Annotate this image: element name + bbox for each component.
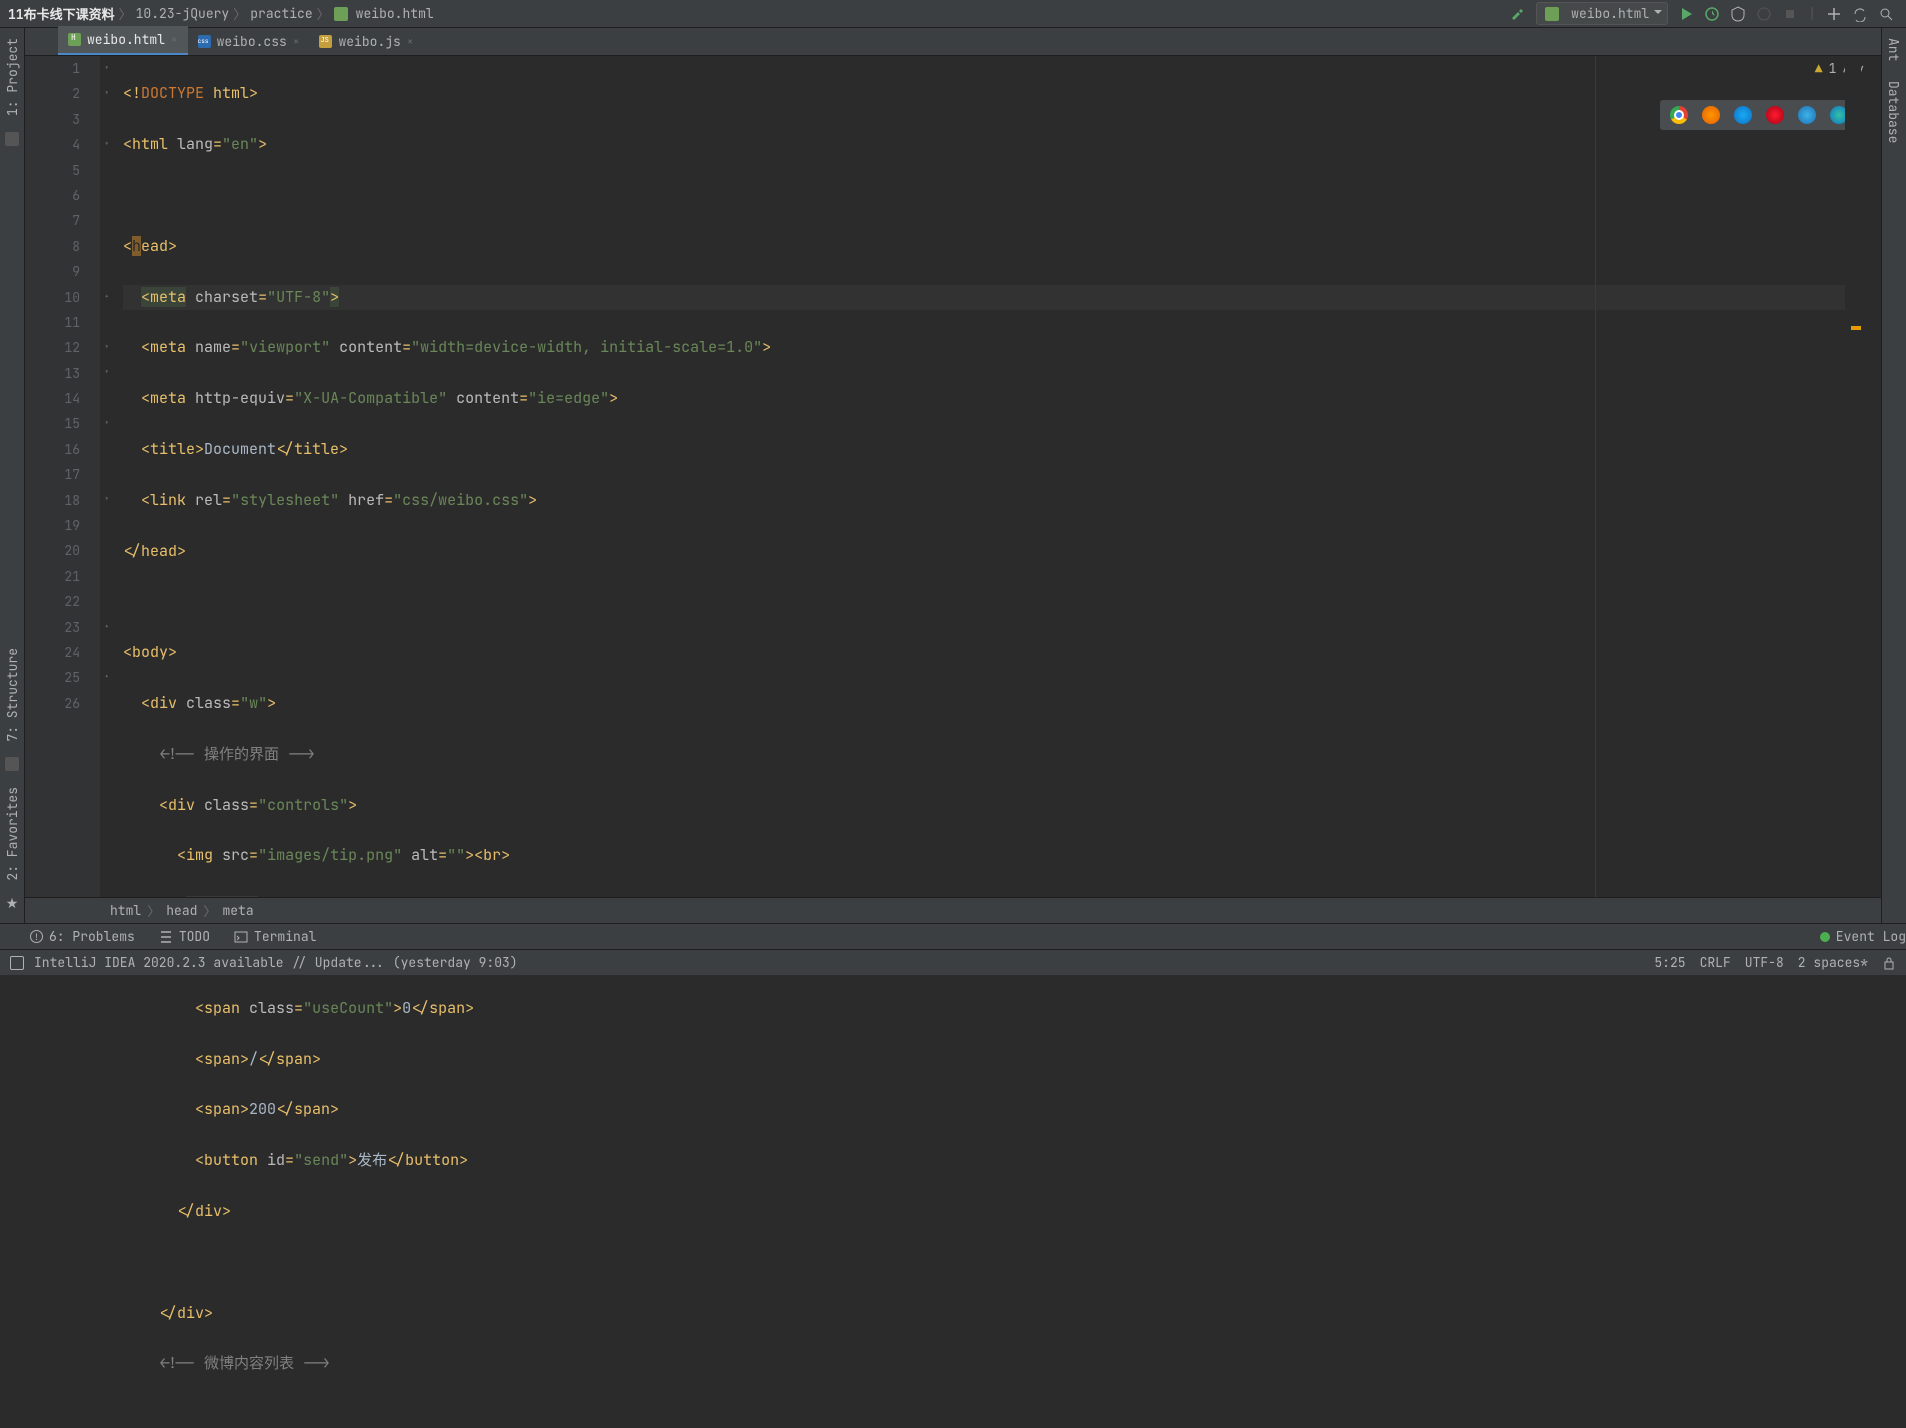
chevron-down-icon [1654,10,1662,14]
html-file-icon [334,7,348,21]
line-gutter: 1234567891011121314151617181920212223242… [25,56,100,897]
chevron-right-icon: 〉 [317,4,330,23]
run-icon[interactable] [1678,6,1694,22]
coverage-icon[interactable] [1730,6,1746,22]
star-icon: ★ [6,895,19,913]
tab-label: weibo.js [338,33,400,50]
breadcrumb-item[interactable]: 10.23-jQuery [136,5,230,22]
browser-preview-bar [1660,100,1858,130]
html-file-icon [68,33,81,46]
event-dot-icon [1820,932,1830,942]
crumb-item[interactable]: head [166,902,197,919]
profiler-icon[interactable] [1756,6,1772,22]
chrome-icon[interactable] [1670,106,1688,124]
tab-label: Event Log [1836,928,1906,945]
status-bar: IntelliJ IDEA 2020.2.3 available // Upda… [0,949,1906,975]
breadcrumb: 11布卡线下课资料 〉 10.23-jQuery 〉 practice 〉 we… [0,4,434,23]
terminal-icon [234,930,248,944]
editor-breadcrumb: html 〉 head 〉 meta [25,897,1881,923]
run-config-select[interactable]: weibo.html [1536,2,1668,25]
opera-icon[interactable] [1766,106,1784,124]
tab-weibo-html[interactable]: weibo.html × [58,26,188,55]
tab-event-log[interactable]: Event Log [1820,928,1906,945]
rail-ant[interactable]: Ant [1882,28,1905,71]
file-encoding[interactable]: UTF-8 [1745,954,1784,971]
chevron-right-icon: 〉 [203,901,216,920]
crumb-item[interactable]: meta [222,902,253,919]
rail-project[interactable]: 1: Project [1,28,24,126]
left-tool-rail: 1: Project 7: Structure 2: Favorites ★ [0,28,25,923]
status-message[interactable]: IntelliJ IDEA 2020.2.3 available // Upda… [34,954,518,971]
tab-weibo-css[interactable]: weibo.css × [188,28,310,55]
tab-weibo-js[interactable]: weibo.js × [309,28,423,55]
indent-status[interactable]: 2 spaces* [1798,954,1868,971]
tab-problems[interactable]: ! 6: Problems [30,928,135,945]
right-margin-line [1595,56,1596,897]
rail-database[interactable]: Database [1882,71,1905,153]
crumb-item[interactable]: html [110,902,141,919]
js-file-icon [319,35,332,48]
error-stripe[interactable] [1845,56,1861,897]
code-content[interactable]: <!DOCTYPE html> <html lang="en"> <head> … [123,56,1861,1428]
editor[interactable]: 1234567891011121314151617181920212223242… [25,56,1881,897]
hammer-icon[interactable] [1510,6,1526,22]
toolbar-right: weibo.html | [1510,2,1906,25]
search-icon[interactable] [1878,6,1894,22]
git-icon[interactable] [1826,6,1842,22]
rail-favorites[interactable]: 2: Favorites [1,777,24,891]
bottom-tool-tabs: ! 6: Problems TODO Terminal Event Log [0,923,1906,949]
close-icon[interactable]: × [171,33,178,47]
tab-label: TODO [179,928,210,945]
rail-structure[interactable]: 7: Structure [1,638,24,752]
tab-terminal[interactable]: Terminal [234,928,316,945]
lock-icon[interactable] [1882,956,1896,970]
stop-icon[interactable] [1782,6,1798,22]
safari-icon[interactable] [1734,106,1752,124]
breadcrumb-root[interactable]: 11布卡线下课资料 [8,4,115,23]
breadcrumb-item[interactable]: practice [250,5,312,22]
run-config-label: weibo.html [1571,5,1649,22]
tab-todo[interactable]: TODO [159,928,210,945]
tab-label: weibo.html [87,31,165,48]
firefox-icon[interactable] [1702,106,1720,124]
margin-warning-icon[interactable] [1851,326,1861,330]
file-tabs: weibo.html × weibo.css × weibo.js × [0,28,1906,56]
tab-label: Terminal [254,928,316,945]
warning-icon: ▲ [1815,60,1823,77]
line-separator[interactable]: CRLF [1700,954,1731,971]
top-bar: 11布卡线下课资料 〉 10.23-jQuery 〉 practice 〉 we… [0,0,1906,28]
update-icon[interactable] [1852,6,1868,22]
debug-icon[interactable] [1704,6,1720,22]
tab-label: 6: Problems [49,928,135,945]
chevron-right-icon: 〉 [119,4,132,23]
todo-icon [159,930,173,944]
chevron-right-icon: 〉 [233,4,246,23]
html-file-icon [1545,7,1559,21]
breadcrumb-file[interactable]: weibo.html [356,5,434,22]
close-icon[interactable]: × [293,35,300,49]
caret-position[interactable]: 5:25 [1654,954,1685,971]
project-icon [5,132,19,146]
warning-count: 1 [1829,60,1837,77]
tool-window-icon[interactable] [10,956,24,970]
info-icon: ! [30,930,43,943]
css-file-icon [198,35,211,48]
tab-label: weibo.css [217,33,287,50]
ie-icon[interactable] [1798,106,1816,124]
fold-column[interactable]: ▾ ▾ ▾ ▴ ▾ ▾ ▾ ▾ ▴ ▴ [100,56,120,897]
right-tool-rail: Ant Database [1881,28,1906,923]
structure-icon [5,757,19,771]
close-icon[interactable]: × [407,35,414,49]
chevron-right-icon: 〉 [147,901,160,920]
